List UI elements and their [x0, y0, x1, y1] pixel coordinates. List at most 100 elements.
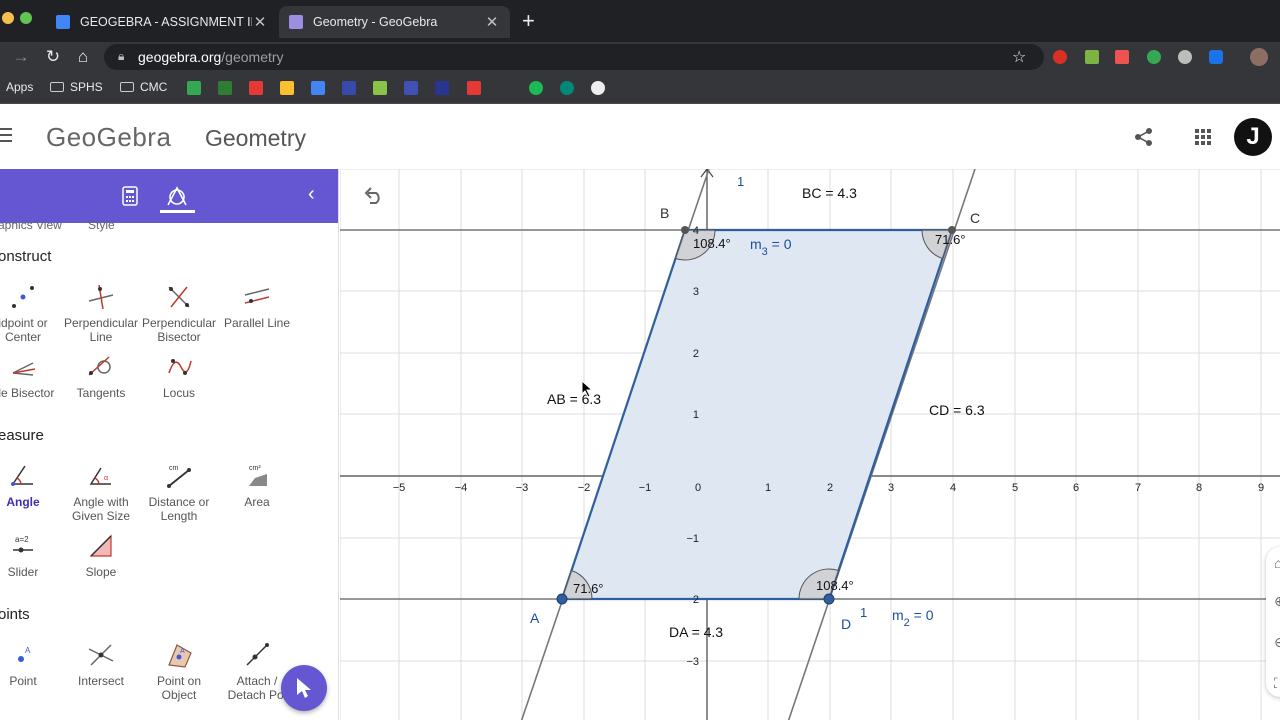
bookmark-icon[interactable]: [280, 81, 294, 95]
tool-perpendicular-bisector[interactable]: Perpendicular Bisector: [139, 282, 219, 344]
docs-bookmark-icon[interactable]: [311, 81, 325, 95]
label-a[interactable]: A: [530, 610, 540, 626]
point-b[interactable]: [681, 226, 689, 234]
extension-icon[interactable]: [1209, 50, 1223, 64]
zoom-in-icon[interactable]: ⊕: [1274, 593, 1280, 610]
share-icon[interactable]: [1134, 127, 1154, 147]
point-d[interactable]: [823, 593, 835, 605]
zoom-window-button[interactable]: [20, 12, 32, 24]
minimize-window-button[interactable]: [2, 12, 14, 24]
graphics-canvas[interactable]: −5 −4 −3 −2 −1 0 1 2 3 4 5 6 7 8 9 4 3 2…: [340, 169, 1280, 720]
tool-point[interactable]: A Point: [0, 640, 63, 688]
tool-point-on-object[interactable]: A Point on Object: [139, 640, 219, 702]
lock-icon: 🔒︎: [118, 49, 125, 63]
drive-bookmark-icon[interactable]: [187, 81, 201, 95]
home-view-icon[interactable]: ⌂: [1274, 555, 1280, 571]
browser-tab-assignment[interactable]: GEOGEBRA - ASSIGNMENT IN ✕: [46, 6, 278, 38]
point-a[interactable]: [556, 593, 568, 605]
label-angle-c[interactable]: 71.6°: [935, 232, 966, 247]
geogebra-logo[interactable]: GeoGebra: [46, 122, 171, 153]
tools-panel: ‹ aphics View Style onstruct idpoint or …: [0, 169, 339, 720]
zoom-out-icon[interactable]: ⊖: [1274, 634, 1280, 651]
geogebra-favicon-icon: [289, 15, 303, 29]
bookmark-apps[interactable]: Apps: [6, 80, 33, 94]
bookmark-icon[interactable]: [218, 81, 232, 95]
reload-icon[interactable]: ↻: [42, 46, 64, 68]
bookmark-icon[interactable]: [373, 81, 387, 95]
bookmark-cmc[interactable]: CMC: [120, 80, 167, 94]
forward-icon[interactable]: →: [10, 46, 32, 68]
home-icon[interactable]: ⌂: [72, 46, 94, 68]
menu-icon[interactable]: [0, 128, 12, 142]
label-c[interactable]: C: [970, 210, 980, 226]
cursor-arrow-icon: [297, 678, 311, 698]
youtube-bookmark-icon[interactable]: [249, 81, 263, 95]
label-m2[interactable]: m2 = 0: [892, 607, 934, 629]
extension-icon[interactable]: [1085, 50, 1099, 64]
url-bar[interactable]: 🔒︎ geogebra.org/geometry ☆: [104, 44, 1044, 70]
tool-angle[interactable]: Angle: [0, 461, 63, 509]
extension-icon[interactable]: [1053, 50, 1067, 64]
tool-angle-bisector[interactable]: gle Bisector: [0, 352, 63, 400]
bookmark-icon[interactable]: [342, 81, 356, 95]
perpendicular-bisector-icon: [168, 286, 190, 308]
tool-parallel-line[interactable]: Parallel Line: [217, 282, 297, 330]
user-avatar[interactable]: J: [1234, 118, 1272, 156]
graphics-view[interactable]: −5 −4 −3 −2 −1 0 1 2 3 4 5 6 7 8 9 4 3 2…: [340, 169, 1280, 720]
svg-text:1: 1: [693, 409, 699, 421]
close-tab-icon[interactable]: ✕: [252, 13, 268, 31]
tool-distance[interactable]: cm Distance or Length: [139, 461, 219, 523]
label-cd-length[interactable]: CD = 6.3: [929, 402, 985, 418]
bookmark-icon[interactable]: [404, 81, 418, 95]
label-b[interactable]: B: [660, 205, 669, 221]
tangents-icon: [88, 356, 111, 376]
slope-label-bottom[interactable]: 1: [860, 605, 867, 620]
graphics-view-label[interactable]: aphics View: [0, 218, 62, 232]
slope-label-top[interactable]: 1: [737, 174, 744, 189]
browser-tab-geometry[interactable]: Geometry - GeoGebra ✕: [279, 6, 510, 38]
svg-text:−3: −3: [516, 482, 529, 494]
apps-grid-icon[interactable]: [1195, 129, 1211, 145]
tool-slope[interactable]: Slope: [61, 531, 141, 579]
svg-text:−3: −3: [686, 656, 699, 668]
move-tool-button[interactable]: [281, 665, 327, 711]
tool-angle-given-size[interactable]: α Angle with Given Size: [61, 461, 141, 523]
tool-slider[interactable]: a=2 Slider: [0, 531, 63, 579]
collapse-panel-icon[interactable]: ‹: [308, 183, 315, 206]
svg-text:A: A: [180, 648, 185, 655]
bookmark-icon[interactable]: [435, 81, 449, 95]
label-angle-d[interactable]: 108.4°: [816, 578, 854, 593]
bookmark-sphs[interactable]: SPHS: [50, 80, 103, 94]
extension-icon[interactable]: [1147, 50, 1161, 64]
label-da-length[interactable]: DA = 4.3: [669, 624, 723, 640]
extension-icon[interactable]: [1178, 50, 1192, 64]
globe-bookmark-icon[interactable]: [591, 81, 605, 95]
bookmark-icon[interactable]: [560, 81, 574, 95]
calculator-icon[interactable]: [122, 186, 138, 206]
label-d[interactable]: D: [841, 616, 851, 632]
label-angle-a[interactable]: 71.6°: [573, 581, 604, 596]
tool-midpoint[interactable]: idpoint or Center: [0, 282, 63, 344]
close-tab-icon[interactable]: ✕: [484, 13, 500, 31]
spotify-bookmark-icon[interactable]: [529, 81, 543, 95]
label-ab-length[interactable]: AB = 6.3: [547, 391, 601, 407]
attach-detach-icon: [246, 643, 269, 666]
tool-locus[interactable]: Locus: [139, 352, 219, 400]
tool-tangents[interactable]: Tangents: [61, 352, 141, 400]
bookmark-icon[interactable]: [467, 81, 481, 95]
style-label[interactable]: Style: [88, 218, 115, 232]
label-bc-length[interactable]: BC = 4.3: [802, 185, 857, 201]
tool-area[interactable]: cm² Area: [217, 461, 297, 509]
new-tab-button[interactable]: +: [522, 9, 535, 33]
fullscreen-icon[interactable]: ⛶: [1274, 675, 1280, 692]
tool-intersect[interactable]: Intersect: [61, 640, 141, 688]
profile-avatar-icon[interactable]: [1250, 48, 1268, 66]
tool-perpendicular-line[interactable]: Perpendicular Line: [61, 282, 141, 344]
label-angle-b[interactable]: 108.4°: [693, 236, 731, 251]
undo-icon[interactable]: [362, 186, 384, 204]
extension-icon[interactable]: [1115, 50, 1129, 64]
bookmark-star-icon[interactable]: ☆: [1012, 47, 1026, 67]
slider-icon: a=2: [13, 535, 33, 553]
geometry-tools-icon[interactable]: [166, 185, 188, 207]
svg-text:cm²: cm²: [249, 465, 261, 472]
